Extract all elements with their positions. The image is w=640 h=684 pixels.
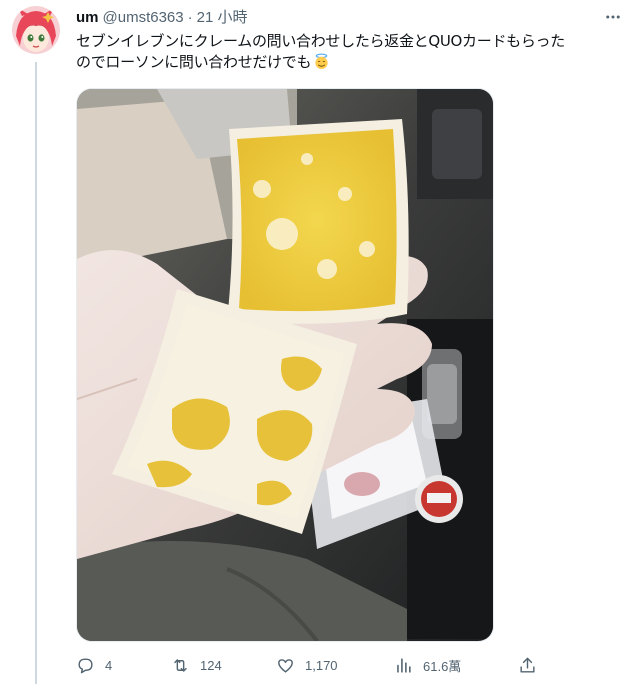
tweet-text-line-2: のでローソンに問い合わせだけでも [76, 53, 312, 71]
reply-button[interactable]: 4 [76, 654, 112, 676]
share-icon [520, 657, 535, 673]
tweet-text: セブンイレブンにクレームの問い合わせしたら返金とQUOカードもらった のでローソ… [76, 31, 626, 73]
tweet-timestamp[interactable]: 21 小時 [197, 8, 248, 28]
tweet-text-line-1: セブンイレブンにクレームの問い合わせしたら返金とQUOカードもらった [76, 32, 565, 50]
retweet-icon [174, 658, 187, 672]
like-button[interactable]: 1,170 [276, 654, 338, 676]
views-count: 61.6萬 [423, 658, 462, 674]
views-chart-icon [397, 657, 411, 673]
smiling-face-with-halo-emoji-icon [315, 53, 328, 70]
retweet-count: 124 [200, 657, 222, 673]
views-button[interactable]: 61.6萬 [394, 654, 461, 676]
thread-connector-line [35, 62, 37, 684]
author-handle[interactable]: @umst6363 [103, 8, 184, 28]
separator-dot: · [187, 9, 193, 26]
heart-icon [278, 658, 293, 673]
tweet-photo[interactable] [76, 88, 494, 642]
reply-count: 4 [105, 657, 113, 673]
tweet-header: um @umst6363 · 21 小時 [76, 8, 624, 28]
share-button[interactable] [518, 654, 547, 676]
reply-icon [78, 657, 93, 673]
tweet-actions: 4 124 1,170 61.6萬 [76, 654, 546, 676]
avatar[interactable] [12, 6, 60, 54]
more-horizontal-icon [606, 15, 620, 19]
author-name[interactable]: um [76, 8, 99, 28]
photo-hand-holding-egg-sandwich-bread [77, 89, 493, 641]
retweet-button[interactable]: 124 [171, 654, 222, 676]
like-count: 1,170 [305, 657, 338, 673]
avatar-anime-girl-icon [12, 6, 60, 54]
tweet-text-line-2-wrap: のでローソンに問い合わせだけでも [76, 52, 626, 73]
more-options-button[interactable] [602, 6, 624, 28]
